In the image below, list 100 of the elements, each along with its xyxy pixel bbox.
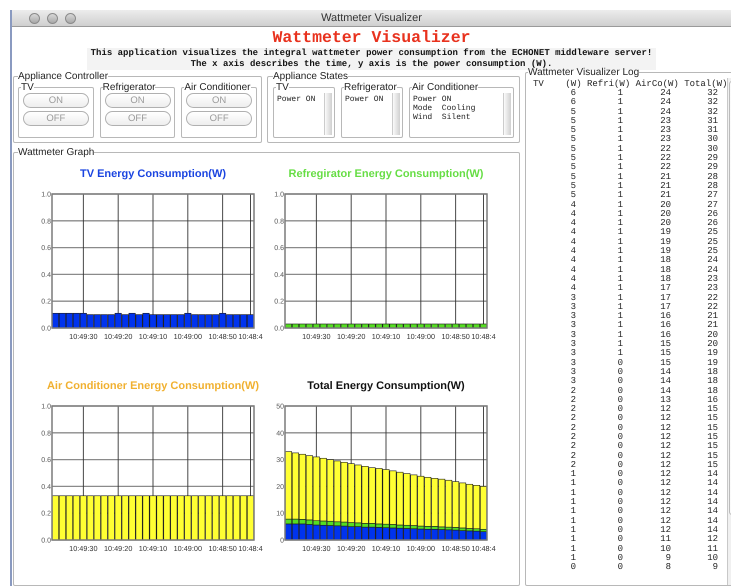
log-cell-text: 0 [616,498,623,508]
log-cell-text: 6 [570,89,576,98]
window-control-icon[interactable] [29,13,40,24]
log-cell-text: 24 [706,256,718,266]
log-cell-text: 1 [616,302,623,312]
log-cell-text: 22 [659,154,671,164]
chart-title: Air Conditioner Energy Consumption(W) [46,379,260,394]
log-cell-text: 26 [706,210,718,219]
log-cell-text: 1 [570,526,576,535]
log-cell-text: 21 [706,321,718,331]
log-cell-text: 0 [616,396,623,405]
log-cell-text: 5 [570,126,576,136]
log-cell-text: 9 [712,563,718,572]
log-cell-text: 25 [706,238,718,247]
state-line: Power ON [345,95,384,104]
log-cell-text: 0 [616,563,623,572]
log-cell-text: 4 [570,228,576,238]
log-cell-text: 23 [706,274,718,284]
log-cell-text: 12 [706,535,718,545]
window-control-icon[interactable] [47,13,58,24]
log-cell-text: 0 [616,479,623,489]
log-cell-text: 18 [706,368,718,377]
log-cell-text: 5 [570,135,576,145]
appliance-button[interactable]: ON [186,93,252,108]
log-cell-text: 5 [570,172,576,182]
log-cell-text: 1 [616,126,623,136]
log-cell-text: 19 [659,247,671,256]
log-cell-text: 24 [659,89,671,98]
log-cell-text: 0 [616,405,623,414]
log-cell-text: 22 [659,144,671,154]
log-cell-text: 15 [706,460,718,470]
log-cell-text: 4 [570,247,576,256]
scrollbar[interactable] [392,93,400,135]
log-cell-text: 15 [706,432,718,442]
log-cell-text: 14 [659,377,671,386]
log-cell-text: 0 [616,516,623,526]
log-cell-text: 2 [570,396,576,405]
group-title: Refrigerator [344,82,397,93]
log-cell-text: 4 [570,210,576,219]
appliance-button[interactable]: ON [22,93,89,108]
log-cell-text: 1 [616,210,623,219]
log-cell-text: 0 [616,452,623,461]
log-cell-text: 22 [706,302,718,312]
log-cell-text: 20 [659,219,671,228]
log-cell-text: 1 [570,479,576,489]
appliance-button[interactable]: OFF [186,111,252,126]
log-cell-text: 4 [570,256,576,266]
log-cell-text: 21 [659,182,671,191]
log-cell-text: 17 [659,302,671,312]
group-title: TV [276,82,289,93]
log-cell-text: 1 [616,219,623,228]
log-cell-text: 1 [616,163,623,173]
window-control-icon[interactable] [65,13,76,24]
log-cell-text: 3 [570,349,576,359]
log-cell-text: 0 [616,358,623,368]
log-cell-text: 14 [706,516,718,526]
log-cell-text: 2 [570,405,576,414]
state-line: Power ON [277,95,316,104]
log-cell-text: 25 [706,247,718,256]
log-cell-text: 1 [570,544,576,554]
log-cell-text: 15 [706,405,718,414]
log-cell-text: 1 [616,89,623,98]
log-cell-text: 16 [659,330,671,340]
log-cell-text: 20 [706,330,718,340]
log-cell-text: 14 [706,498,718,508]
log-cell-text: 27 [706,200,718,210]
log-cell-text: 2 [570,442,576,452]
log-cell-text: 0 [616,377,623,386]
appliance-button[interactable]: OFF [22,111,89,126]
log-cell-text: 1 [616,321,623,331]
appliance-button[interactable]: ON [104,93,170,108]
log-cell-text: 4 [570,284,576,294]
log-cell-text: 17 [659,294,671,303]
log-cell-text: 1 [570,488,576,498]
scrollbar[interactable] [503,93,511,135]
log-cell-text: 24 [659,98,671,108]
log-cell-text: 1 [616,200,623,210]
log-cell-text: 1 [616,256,623,266]
log-cell-text: 12 [659,432,671,442]
log-cell-text: 1 [616,266,623,275]
log-cell-text: 12 [659,479,671,489]
log-cell-text: 10 [659,544,671,554]
log-cell-text: 3 [570,377,576,386]
appliance-button[interactable]: OFF [104,111,170,126]
log-cell-text: 1 [616,116,623,126]
log-cell-text: 15 [659,340,671,350]
chart-title: Refregirator Energy Consumption(W) [288,167,484,182]
log-cell-text: 1 [616,284,623,294]
log-cell-text: 20 [659,200,671,210]
log-cell-text: 4 [570,219,576,228]
log-cell-text: 12 [659,526,671,535]
log-cell-text: 1 [616,294,623,303]
log-cell-text: 1 [570,470,576,480]
log-cell-text: 12 [659,516,671,526]
log-cell-text: 23 [659,135,671,145]
scrollbar[interactable] [324,93,332,135]
log-cell-text: 15 [706,424,718,433]
log-cell-text: 2 [570,432,576,442]
log-cell-text: 5 [570,108,576,117]
log-cell-text: 0 [616,432,623,442]
